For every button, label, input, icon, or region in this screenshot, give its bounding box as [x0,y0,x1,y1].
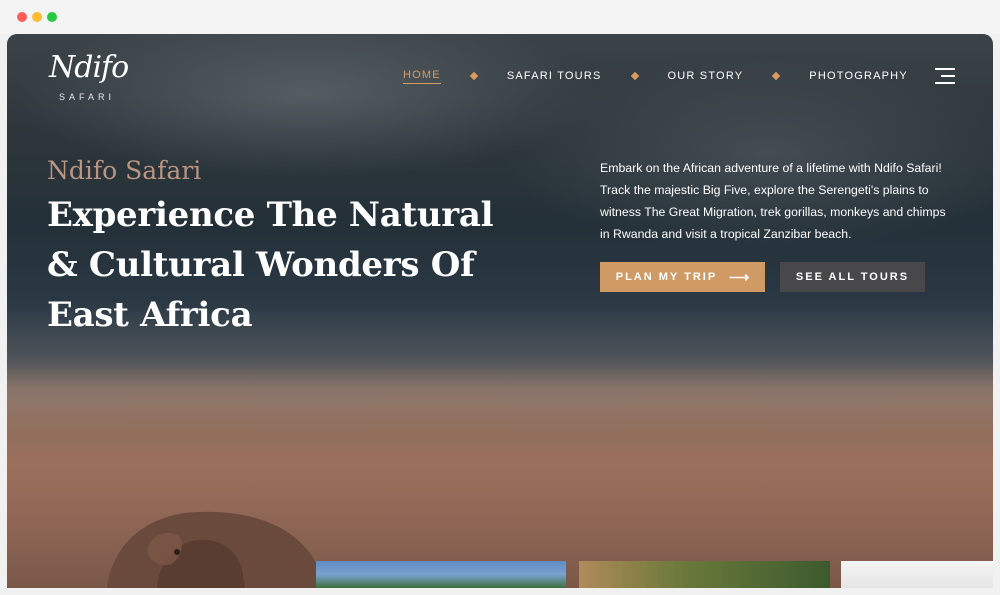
plan-my-trip-button[interactable]: PLAN MY TRIP ⟶ [600,262,765,292]
hero-kicker: Ndifo Safari [47,156,202,185]
hamburger-icon[interactable] [935,68,955,84]
main-nav: HOME SAFARI TOURS OUR STORY PHOTOGRAPHY [403,68,908,84]
tour-card-image[interactable] [579,561,830,588]
tour-card-image[interactable] [316,561,566,588]
plan-my-trip-label: PLAN MY TRIP [615,271,718,283]
elephant-image [107,511,323,588]
see-all-tours-button[interactable]: SEE ALL TOURS [780,262,925,292]
tour-card-image[interactable] [841,561,993,588]
nav-item-home[interactable]: HOME [403,69,441,84]
logo[interactable]: Ndifo SAFARI [49,50,139,106]
horizon-haze [7,364,993,434]
logo-subtitle: SAFARI [59,92,116,102]
diamond-separator-icon [469,71,479,81]
nav-item-photography[interactable]: PHOTOGRAPHY [809,70,908,82]
window-minimize-dot[interactable] [32,12,42,22]
diamond-separator-icon [772,71,781,81]
arrow-right-icon: ⟶ [729,268,750,285]
window-maximize-dot[interactable] [47,12,57,22]
browser-chrome [0,0,1000,34]
nav-item-safari-tours[interactable]: SAFARI TOURS [507,70,602,82]
window-close-dot[interactable] [17,12,27,22]
nav-item-our-story[interactable]: OUR STORY [668,70,744,82]
diamond-separator-icon [630,71,639,81]
page-viewport: Ndifo SAFARI HOME SAFARI TOURS OUR STORY… [7,34,993,588]
hero-title: Experience The Natural & Cultural Wonder… [47,195,494,335]
logo-text: Ndifo [49,50,129,85]
hero-description: Embark on the African adventure of a lif… [600,161,946,241]
